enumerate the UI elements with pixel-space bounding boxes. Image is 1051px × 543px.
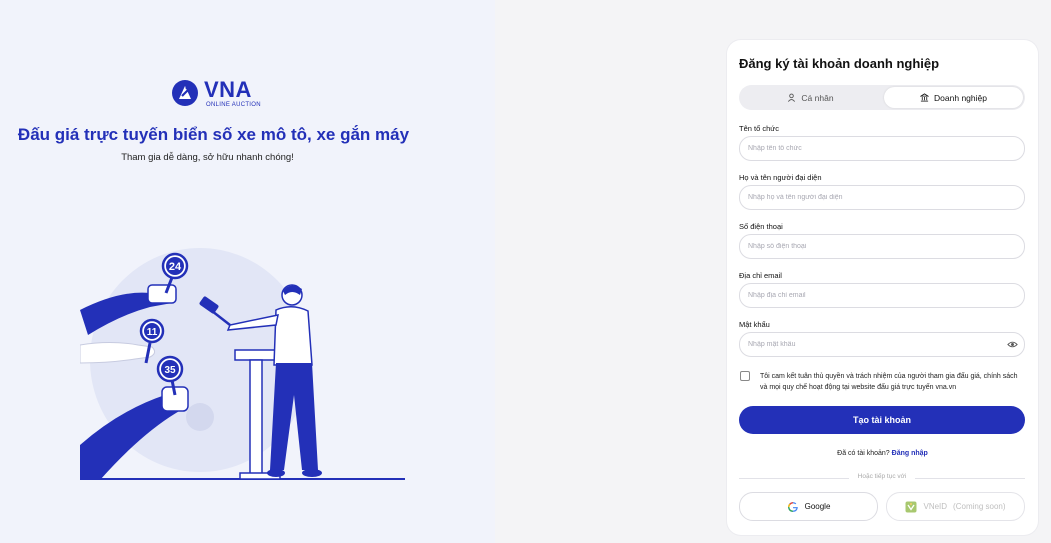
org-name-label: Tên tổ chức — [739, 124, 780, 133]
vneid-login-button[interactable]: VNeID (Coming soon) — [886, 492, 1025, 521]
terms-text: Tôi cam kết tuân thủ quyền và trách nhiệ… — [760, 373, 1018, 391]
vneid-note: (Coming soon) — [953, 502, 1006, 511]
google-icon — [787, 501, 798, 512]
vneid-icon — [905, 501, 917, 512]
paddle-35-number: 35 — [164, 365, 176, 376]
divider: Hoặc tiếp tục với — [739, 473, 1025, 483]
phone-field — [739, 234, 1025, 259]
logo-subtext: ONLINE AUCTION — [206, 101, 261, 108]
email-field — [739, 283, 1025, 308]
login-link[interactable]: Đăng nhập — [892, 450, 928, 457]
email-label: Địa chỉ email — [739, 271, 782, 280]
tab-business[interactable]: Doanh nghiệp — [884, 87, 1023, 108]
org-name-input[interactable] — [740, 145, 1024, 152]
login-prompt: Đã có tài khoản? Đăng nhập — [727, 450, 1038, 457]
tab-business-label: Doanh nghiệp — [934, 92, 987, 103]
org-name-field — [739, 136, 1025, 161]
phone-input[interactable] — [740, 243, 1024, 250]
representative-label: Họ và tên người đại diện — [739, 173, 822, 182]
google-label: Google — [804, 502, 831, 511]
vneid-label: VNeID — [923, 502, 948, 511]
bank-icon — [920, 93, 930, 102]
eye-icon[interactable] — [1007, 339, 1018, 350]
divider-text: Hoặc tiếp tục với — [857, 473, 907, 480]
tab-individual-label: Cá nhân — [801, 92, 834, 103]
hero-headline: Đấu giá trực tuyến biển số xe mô tô, xe … — [17, 125, 410, 144]
signup-card: Đăng ký tài khoản doanh nghiệp Cá nhân D… — [727, 40, 1038, 535]
hero-tagline: Tham gia dễ dàng, sở hữu nhanh chóng! — [121, 152, 294, 163]
password-input[interactable] — [740, 341, 1024, 348]
user-icon — [788, 93, 796, 102]
password-field — [739, 332, 1025, 357]
google-login-button[interactable]: Google — [739, 492, 878, 521]
vna-logo-icon — [172, 80, 198, 106]
account-type-toggle: Cá nhân Doanh nghiệp — [739, 85, 1025, 110]
paddle-11-number: 11 — [147, 327, 158, 338]
email-input[interactable] — [740, 292, 1024, 299]
brand-logo: VNA ONLINE AUCTION — [170, 78, 261, 108]
representative-field — [739, 185, 1025, 210]
paddle-24-number: 24 — [169, 261, 182, 273]
logo-text: VNA — [204, 76, 252, 102]
password-label: Mật khẩu — [739, 320, 770, 329]
auction-illustration: 24 11 35 — [80, 248, 405, 480]
tab-individual[interactable]: Cá nhân — [741, 87, 880, 108]
form-title: Đăng ký tài khoản doanh nghiệp — [739, 56, 940, 71]
create-account-button[interactable]: Tạo tài khoản — [739, 406, 1025, 434]
phone-label: Số điện thoại — [739, 222, 783, 231]
hero-panel: VNA ONLINE AUCTION Đấu giá trực tuyến bi… — [0, 0, 495, 543]
terms-checkbox[interactable] — [740, 371, 750, 381]
have-account-text: Đã có tài khoản? — [837, 450, 890, 457]
representative-input[interactable] — [740, 194, 1024, 201]
